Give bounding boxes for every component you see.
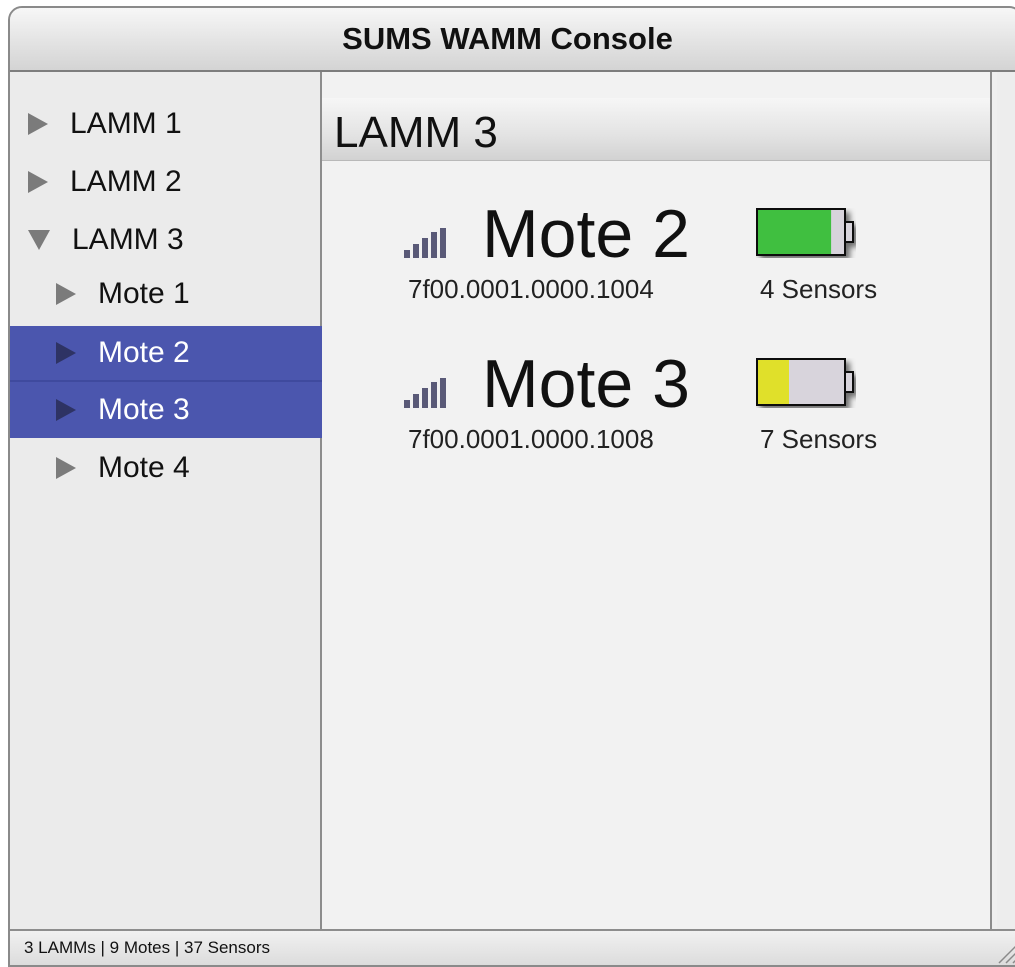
disclosure-right-icon[interactable] [56, 457, 76, 479]
tree-item-mote-2[interactable]: Mote 2 [10, 326, 366, 380]
tree-item-label: LAMM 2 [70, 165, 182, 198]
mote-name: Mote 3 [482, 346, 690, 422]
mote-id: 7f00.0001.0000.1004 [408, 274, 654, 304]
status-bar: 3 LAMMs | 9 Motes | 37 Sensors [10, 929, 1015, 965]
section-header: LAMM 3 [322, 98, 990, 161]
tree-sidebar: LAMM 1 LAMM 2 LAMM 3 Mote 1 Mote 2 Mote … [10, 72, 366, 931]
app-window: SUMS WAMM Console LAMM 1 LAMM 2 LAMM 3 M… [8, 6, 1015, 967]
status-text: 3 LAMMs | 9 Motes | 37 Sensors [24, 938, 270, 957]
tree-item-mote-3[interactable]: Mote 3 [10, 380, 366, 438]
signal-strength-icon [404, 228, 446, 258]
tree-item-lamm-1[interactable]: LAMM 1 [10, 98, 338, 150]
tree-item-mote-1[interactable]: Mote 1 [10, 268, 366, 320]
tree-item-mote-4[interactable]: Mote 4 [10, 442, 366, 494]
tree-item-label: LAMM 3 [72, 223, 184, 256]
title-bar[interactable]: SUMS WAMM Console [10, 8, 1015, 72]
mote-sensor-count: 7 Sensors [760, 424, 878, 454]
disclosure-right-icon[interactable] [56, 342, 76, 364]
tree-item-lamm-3[interactable]: LAMM 3 [10, 214, 338, 266]
tree-item-label: Mote 3 [98, 393, 190, 426]
mote-id: 7f00.0001.0000.1008 [408, 424, 654, 454]
disclosure-right-icon[interactable] [56, 283, 76, 305]
signal-strength-icon [404, 378, 446, 408]
tree-item-label: Mote 2 [98, 336, 190, 369]
mote-card[interactable]: Mote 3 7f00.0001.0000.1008 7 Sensors [322, 340, 990, 460]
tree-item-label: LAMM 1 [70, 107, 182, 140]
detail-panel: LAMM 3 Mote 2 7f00.0001.0000.1004 4 Sens… [322, 72, 992, 931]
mote-card[interactable]: Mote 2 7f00.0001.0000.1004 4 Sensors [322, 190, 990, 310]
mote-sensor-count: 4 Sensors [760, 274, 878, 304]
battery-fill [758, 360, 789, 404]
tree-item-label: Mote 4 [98, 451, 190, 484]
battery-fill [758, 210, 832, 254]
section-title: LAMM 3 [334, 108, 498, 157]
battery-icon [756, 358, 854, 406]
resize-grip-icon[interactable] [993, 937, 1015, 965]
scrollbar-track[interactable] [997, 72, 1015, 931]
tree-item-label: Mote 1 [98, 277, 190, 310]
battery-icon [756, 208, 854, 256]
disclosure-right-icon[interactable] [28, 171, 48, 193]
tree-item-lamm-2[interactable]: LAMM 2 [10, 156, 338, 208]
mote-name: Mote 2 [482, 196, 690, 272]
disclosure-right-icon[interactable] [56, 399, 76, 421]
disclosure-down-icon[interactable] [28, 230, 50, 250]
window-title: SUMS WAMM Console [342, 21, 673, 56]
disclosure-right-icon[interactable] [28, 113, 48, 135]
